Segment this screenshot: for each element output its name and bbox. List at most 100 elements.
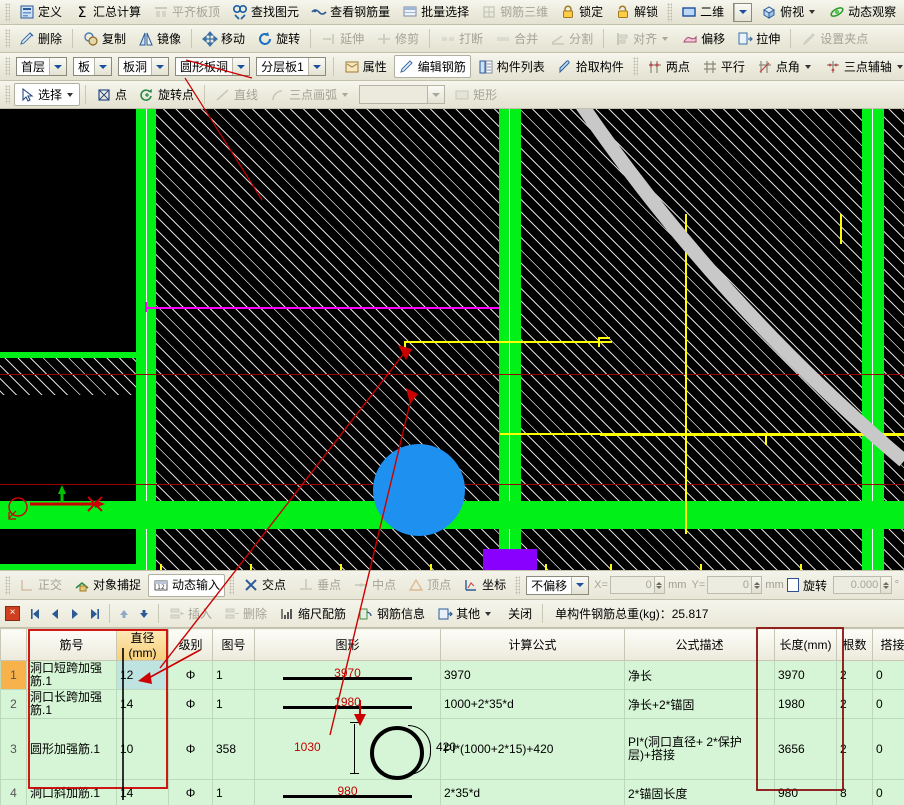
toolbar-button-trim[interactable]: 修剪 bbox=[371, 27, 424, 50]
table-row[interactable]: 3 圆形加强筋.1 10 Φ 358 1030 420 bbox=[1, 719, 904, 780]
drawing-canvas[interactable] bbox=[0, 109, 904, 570]
toolbar-button-unlock[interactable]: 解锁 bbox=[610, 1, 663, 24]
move-down-button[interactable] bbox=[135, 605, 153, 623]
toolbar-button-pick-component[interactable]: 拾取构件 bbox=[552, 55, 629, 78]
snapbar-grip[interactable] bbox=[5, 576, 10, 595]
rebar-lap-cell[interactable]: 0 bbox=[873, 780, 904, 805]
rebar-table-container[interactable]: 筋号 直径(mm) 级别 图号 图形 计算公式 公式描述 长度(mm) 根数 搭… bbox=[0, 628, 904, 805]
toolbar-grip-selector[interactable] bbox=[5, 57, 10, 76]
rebar-formula-cell[interactable]: 2*35*d bbox=[441, 780, 625, 805]
col-header-name[interactable]: 筋号 bbox=[27, 629, 117, 661]
toolbar-button-parallel[interactable]: 平行 bbox=[697, 55, 750, 78]
toolbar-button-find-element[interactable]: 查找图元 bbox=[227, 1, 304, 24]
grid-rebar-info-button[interactable]: 钢筋信息 bbox=[353, 602, 430, 625]
rebar-grade-cell[interactable]: Φ bbox=[169, 690, 213, 719]
toolbar-button-extend[interactable]: 延伸 bbox=[316, 27, 369, 50]
close-icon[interactable]: × bbox=[5, 606, 20, 621]
snap-vertex[interactable]: 顶点 bbox=[403, 574, 456, 597]
nav-next-button[interactable] bbox=[66, 605, 84, 623]
toolbar-button-define[interactable]: 定义 bbox=[14, 1, 67, 24]
col-header-shape[interactable]: 图形 bbox=[255, 629, 441, 661]
member-combo[interactable]: 分层板1 bbox=[256, 57, 326, 76]
toolbar-grip-view[interactable] bbox=[667, 3, 672, 22]
toolbar-button-delete[interactable]: 删除 bbox=[14, 27, 67, 50]
table-row[interactable]: 2 洞口长跨加强筋.1 14 Φ 1 1980 1000+2*35*d 净长+2… bbox=[1, 690, 904, 719]
rebar-drawing-no-cell[interactable]: 1 bbox=[213, 780, 255, 805]
col-header-length[interactable]: 长度(mm) bbox=[775, 629, 837, 661]
snap-mode-dynamic-input[interactable]: 12 动态输入 bbox=[148, 574, 225, 597]
grid-scaled-rebar-button[interactable]: 缩尺配筋 bbox=[274, 602, 351, 625]
rebar-grade-cell[interactable]: Φ bbox=[169, 780, 213, 805]
rebar-diameter-cell[interactable]: 10 bbox=[117, 719, 169, 780]
nav-last-button[interactable] bbox=[86, 605, 104, 623]
y-coordinate-input[interactable]: 0 bbox=[707, 576, 752, 594]
snapbar-grip-offset[interactable] bbox=[515, 576, 520, 595]
toolbar-button-lock[interactable]: 锁定 bbox=[555, 1, 608, 24]
toolbar-button-top-view[interactable]: 俯视 bbox=[756, 1, 822, 24]
col-header-formula[interactable]: 计算公式 bbox=[441, 629, 625, 661]
component-type-combo[interactable]: 板 bbox=[73, 57, 112, 76]
snap-midpoint[interactable]: 中点 bbox=[348, 574, 401, 597]
chevron-down-icon[interactable] bbox=[232, 58, 249, 75]
chevron-down-icon[interactable] bbox=[427, 86, 444, 103]
col-header-rownum[interactable] bbox=[1, 629, 27, 661]
row-number-cell[interactable]: 3 bbox=[1, 719, 27, 780]
chevron-down-icon[interactable] bbox=[571, 577, 588, 594]
rebar-name-cell[interactable]: 洞口长跨加强筋.1 bbox=[27, 690, 117, 719]
rebar-drawing-no-cell[interactable]: 358 bbox=[213, 719, 255, 780]
toolbar-button-point[interactable]: 点 bbox=[91, 83, 132, 106]
move-up-button[interactable] bbox=[115, 605, 133, 623]
snapbar-grip-snaps[interactable] bbox=[229, 576, 234, 595]
toolbar-button-line[interactable]: 直线 bbox=[210, 83, 263, 106]
toolbar-button-merge[interactable]: 合并 bbox=[490, 27, 543, 50]
chevron-down-icon[interactable] bbox=[49, 58, 66, 75]
rebar-grade-cell[interactable]: Φ bbox=[169, 661, 213, 690]
draw-param-combo[interactable] bbox=[359, 85, 445, 104]
rebar-description-cell[interactable]: 2*锚固长度 bbox=[625, 780, 775, 805]
nav-prev-button[interactable] bbox=[46, 605, 64, 623]
nav-first-button[interactable] bbox=[26, 605, 44, 623]
snap-coordinate[interactable]: 坐标 bbox=[458, 574, 511, 597]
toolbar-button-copy[interactable]: 复制 bbox=[78, 27, 131, 50]
toolbar-button-rotate-point[interactable]: 旋转点 bbox=[134, 83, 199, 106]
offset-mode-combo[interactable]: 不偏移 bbox=[526, 576, 589, 595]
toolbar-button-edit-rebar[interactable]: 编辑钢筋 bbox=[394, 55, 471, 78]
toolbar-button-rotate[interactable]: 旋转 bbox=[252, 27, 305, 50]
floor-combo[interactable]: 首层 bbox=[16, 57, 67, 76]
toolbar-button-component-list[interactable]: 构件列表 bbox=[473, 55, 550, 78]
toolbar-button-view-2d[interactable]: 二维 bbox=[676, 1, 729, 24]
rebar-length-cell[interactable]: 3656 bbox=[775, 719, 837, 780]
rebar-grade-cell[interactable]: Φ bbox=[169, 719, 213, 780]
chevron-down-icon[interactable] bbox=[805, 65, 811, 69]
toolbar-button-mirror[interactable]: 镜像 bbox=[133, 27, 186, 50]
x-coordinate-input[interactable]: 0 bbox=[610, 576, 655, 594]
chevron-down-icon[interactable] bbox=[897, 65, 903, 69]
rebar-formula-cell[interactable]: 3970 bbox=[441, 661, 625, 690]
rebar-lap-cell[interactable]: 0 bbox=[873, 690, 904, 719]
toolbar-button-move[interactable]: 移动 bbox=[197, 27, 250, 50]
rebar-shape-cell[interactable]: 980 bbox=[255, 780, 441, 805]
rebar-formula-cell[interactable]: 1000+2*35*d bbox=[441, 690, 625, 719]
chevron-down-icon[interactable] bbox=[308, 58, 325, 75]
slab-hole-selected[interactable] bbox=[373, 444, 465, 536]
col-header-lap[interactable]: 搭接 bbox=[873, 629, 904, 661]
rebar-length-cell[interactable]: 980 bbox=[775, 780, 837, 805]
rebar-shape-cell[interactable]: 1030 420 bbox=[255, 719, 441, 780]
toolbar-button-three-point-axis[interactable]: 三点辅轴 bbox=[820, 55, 904, 78]
toolbar-button-batch-select[interactable]: 批量选择 bbox=[397, 1, 474, 24]
toolbar-button-offset[interactable]: 偏移 bbox=[677, 27, 730, 50]
rebar-shape-cell[interactable]: 3970 bbox=[255, 661, 441, 690]
rebar-description-cell[interactable]: PI*(洞口直径+ 2*保护层)+搭接 bbox=[625, 719, 775, 780]
y-coordinate-spinner[interactable] bbox=[752, 576, 762, 594]
chevron-down-icon[interactable] bbox=[485, 612, 491, 616]
toolbar-button-summary-calc[interactable]: Σ 汇总计算 bbox=[69, 1, 146, 24]
view-2d-dropdown[interactable] bbox=[733, 3, 752, 22]
snap-mode-ortho[interactable]: 正交 bbox=[14, 574, 67, 597]
chevron-down-icon[interactable] bbox=[94, 58, 111, 75]
x-coordinate-spinner[interactable] bbox=[655, 576, 665, 594]
col-header-count[interactable]: 根数 bbox=[837, 629, 873, 661]
rebar-drawing-no-cell[interactable]: 1 bbox=[213, 690, 255, 719]
chevron-down-icon[interactable] bbox=[662, 37, 668, 41]
rebar-name-cell[interactable]: 洞口短跨加强筋.1 bbox=[27, 661, 117, 690]
rebar-diameter-cell[interactable]: 14 bbox=[117, 780, 169, 805]
